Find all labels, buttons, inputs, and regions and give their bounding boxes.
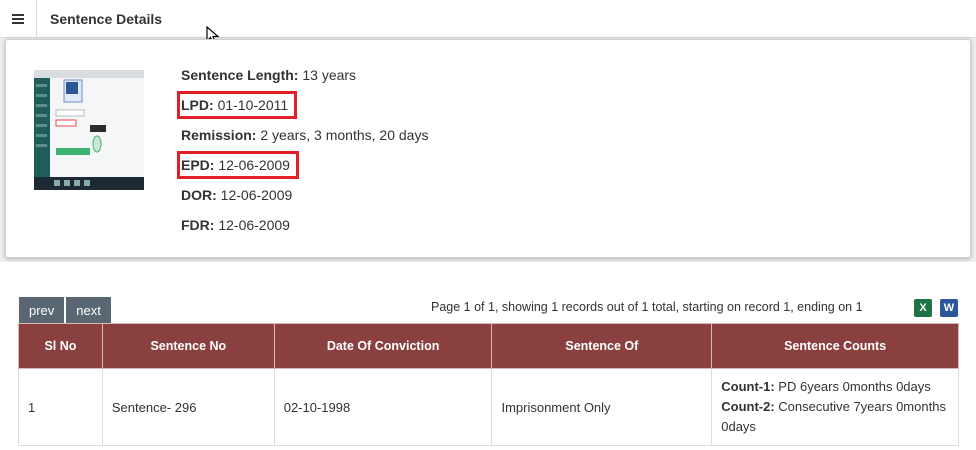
epd-highlight-box: EPD: 12-06-2009 — [177, 151, 299, 179]
count-1: Count-1: PD 6years 0months 0days — [721, 377, 949, 397]
thumbnail-image-icon — [34, 70, 144, 190]
dor-label: DOR: — [181, 187, 217, 203]
lpd-highlight-box: LPD: 01-10-2011 — [177, 91, 298, 119]
epd-value: 12-06-2009 — [218, 157, 290, 173]
conviction-date-cell: 02-10-1998 — [273, 368, 493, 446]
sentence-of-cell: Imprisonment Only — [491, 368, 713, 446]
word-export-icon[interactable]: W — [940, 299, 958, 317]
lpd-value: 01-10-2011 — [217, 97, 289, 113]
column-header: Sl No — [18, 323, 103, 369]
table-header-row: Sl No Sentence No Date Of Conviction Sen… — [18, 323, 959, 369]
epd-label: EPD: — [181, 157, 215, 173]
sentence-no-cell: Sentence- 296 — [101, 368, 275, 446]
next-button[interactable]: next — [66, 297, 111, 323]
sentence-length-label: Sentence Length: — [181, 67, 299, 83]
dor-row: DOR: 12-06-2009 — [181, 185, 428, 215]
column-header: Sentence No — [101, 323, 275, 369]
fdr-value: 12-06-2009 — [218, 217, 290, 233]
column-header: Sentence Of — [491, 323, 713, 369]
dor-value: 12-06-2009 — [220, 187, 293, 203]
sentence-counts-cell: Count-1: PD 6years 0months 0days Count-2… — [711, 368, 959, 446]
detail-list: Sentence Length: 13 years LPD: 01-10-201… — [177, 65, 429, 245]
pager: prev next — [19, 297, 111, 323]
table-row[interactable]: 1 Sentence- 296 02-10-1998 Imprisonment … — [18, 368, 959, 446]
column-header: Date Of Conviction — [273, 323, 493, 369]
remission-label: Remission: — [181, 127, 257, 143]
top-bar: Sentence Details — [0, 0, 976, 38]
remission-value: 2 years, 3 months, 20 days — [260, 127, 429, 143]
column-header: Sentence Counts — [711, 323, 959, 369]
epd-row: EPD: 12-06-2009 — [177, 151, 428, 185]
count-1-label: Count-1: — [721, 379, 775, 394]
fdr-row: FDR: 12-06-2009 — [181, 215, 428, 245]
document-thumbnail[interactable] — [34, 70, 144, 190]
count-1-value: PD 6years 0months 0days — [778, 379, 931, 394]
sl-no-cell: 1 — [18, 368, 103, 446]
excel-export-icon[interactable]: X — [914, 299, 932, 317]
page-title: Sentence Details — [50, 11, 163, 27]
fdr-label: FDR: — [181, 217, 215, 233]
lpd-label: LPD: — [181, 97, 214, 113]
hamburger-icon — [12, 12, 24, 26]
count-2: Count-2: Consecutive 7years 0months 0day… — [721, 397, 949, 437]
count-2-label: Count-2: — [721, 399, 775, 414]
menu-toggle-button[interactable] — [0, 0, 37, 37]
sentence-length-value: 13 years — [302, 67, 357, 83]
sentence-details-card: Sentence Length: 13 years LPD: 01-10-201… — [5, 39, 971, 258]
lpd-row: LPD: 01-10-2011 — [177, 91, 428, 125]
sentence-table: Sl No Sentence No Date Of Conviction Sen… — [18, 323, 959, 446]
prev-button[interactable]: prev — [19, 297, 65, 323]
pagination-info: Page 1 of 1, showing 1 records out of 1 … — [431, 300, 863, 314]
